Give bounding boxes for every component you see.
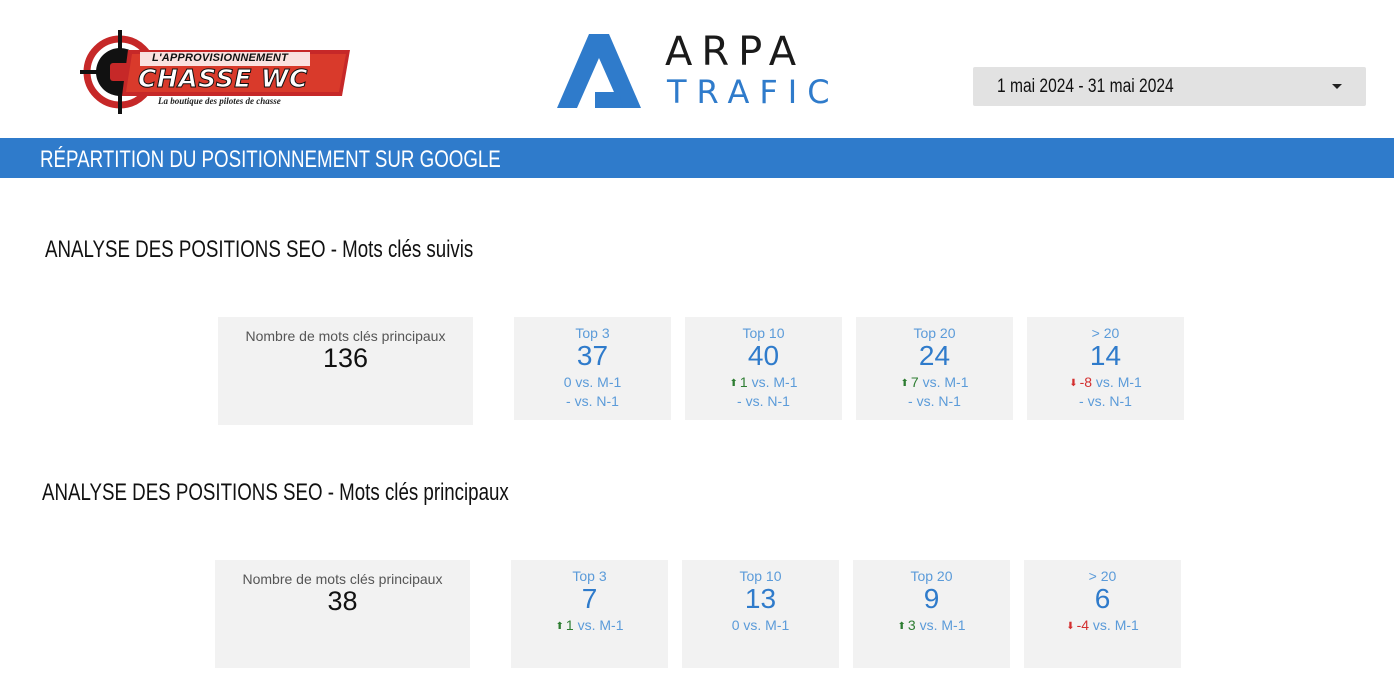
arpa-triangle-icon — [557, 34, 641, 108]
card-value: 6 — [1094, 583, 1111, 614]
m1-comparison: 0 vs. M-1 — [563, 374, 622, 390]
card-value: 7 — [581, 583, 598, 614]
m1-comparison: ⬆ 1 vs. M-1 — [555, 617, 624, 633]
agency-logo-line1: ARPA — [665, 29, 806, 75]
trend-down-icon: ⬇ — [1066, 621, 1075, 632]
card-label: Nombre de mots clés principaux — [242, 571, 443, 587]
card-value: 136 — [322, 343, 369, 373]
card-label: > 20 — [1091, 325, 1120, 341]
trend-up-icon: ⬆ — [897, 621, 906, 632]
m1-comparison: 0 vs. M-1 — [731, 617, 790, 633]
section-title: ANALYSE DES POSITIONS SEO - Mots clés pr… — [42, 479, 509, 506]
trend-down-icon: ⬇ — [1069, 378, 1078, 389]
m1-comparison: ⬇ -4 vs. M-1 — [1066, 617, 1139, 633]
card-value: 9 — [923, 583, 940, 614]
card-label: Top 10 — [739, 568, 782, 584]
trend-up-icon: ⬆ — [555, 621, 564, 632]
metric-card-top10: Top 10 13 0 vs. M-1 — [682, 560, 839, 668]
m1-comparison: ⬇ -8 vs. M-1 — [1069, 374, 1142, 390]
section-banner: RÉPARTITION DU POSITIONNEMENT SUR GOOGLE — [0, 138, 1394, 178]
card-value: 37 — [576, 340, 609, 371]
trend-up-icon: ⬆ — [729, 378, 738, 389]
n1-comparison: - vs. N-1 — [737, 393, 790, 409]
card-value: 14 — [1089, 340, 1122, 371]
metric-card-top10: Top 10 40 ⬆ 1 vs. M-1 - vs. N-1 — [685, 317, 842, 420]
metric-card-top3: Top 3 7 ⬆ 1 vs. M-1 — [511, 560, 668, 668]
card-label: > 20 — [1088, 568, 1117, 584]
agency-logo-line2: TRAFIC — [667, 73, 840, 111]
card-label: Top 10 — [742, 325, 785, 341]
client-logo: L'APPROVISIONNEMENT CHASSE WC La boutiqu… — [80, 30, 366, 114]
client-logo-main-text: CHASSE WC — [138, 64, 308, 94]
n1-comparison: - vs. N-1 — [1079, 393, 1132, 409]
trend-up-icon: ⬆ — [900, 378, 909, 389]
metric-card-top20: Top 20 24 ⬆ 7 vs. M-1 - vs. N-1 — [856, 317, 1013, 420]
card-value: 24 — [918, 340, 951, 371]
card-value: 13 — [744, 583, 777, 614]
m1-comparison: ⬆ 7 vs. M-1 — [900, 374, 969, 390]
card-value: 38 — [327, 586, 358, 616]
total-keywords-card: Nombre de mots clés principaux 38 — [215, 560, 470, 668]
banner-title: RÉPARTITION DU POSITIONNEMENT SUR GOOGLE — [40, 146, 501, 173]
agency-logo: ARPA TRAFIC — [557, 32, 847, 112]
n1-comparison: - vs. N-1 — [566, 393, 619, 409]
card-label: Top 3 — [575, 325, 610, 341]
card-label: Top 20 — [910, 568, 953, 584]
client-logo-tagline: La boutique des pilotes de chasse — [158, 96, 281, 106]
metric-card-top20: Top 20 9 ⬆ 3 vs. M-1 — [853, 560, 1010, 668]
card-label: Nombre de mots clés principaux — [245, 328, 446, 344]
metric-card-top3: Top 3 37 0 vs. M-1 - vs. N-1 — [514, 317, 671, 420]
caret-down-icon — [1332, 84, 1342, 89]
date-range-picker[interactable]: 1 mai 2024 - 31 mai 2024 — [973, 67, 1366, 106]
m1-comparison: ⬆ 3 vs. M-1 — [897, 617, 966, 633]
client-logo-top-text: L'APPROVISIONNEMENT — [152, 52, 288, 64]
metric-card-over20: > 20 6 ⬇ -4 vs. M-1 — [1024, 560, 1181, 668]
metric-card-over20: > 20 14 ⬇ -8 vs. M-1 - vs. N-1 — [1027, 317, 1184, 420]
card-label: Top 20 — [913, 325, 956, 341]
m1-comparison: ⬆ 1 vs. M-1 — [729, 374, 798, 390]
section-title: ANALYSE DES POSITIONS SEO - Mots clés su… — [45, 236, 474, 263]
total-keywords-card: Nombre de mots clés principaux 136 — [218, 317, 473, 425]
date-range-label: 1 mai 2024 - 31 mai 2024 — [997, 76, 1174, 97]
card-value: 40 — [747, 340, 780, 371]
card-label: Top 3 — [572, 568, 607, 584]
n1-comparison: - vs. N-1 — [908, 393, 961, 409]
